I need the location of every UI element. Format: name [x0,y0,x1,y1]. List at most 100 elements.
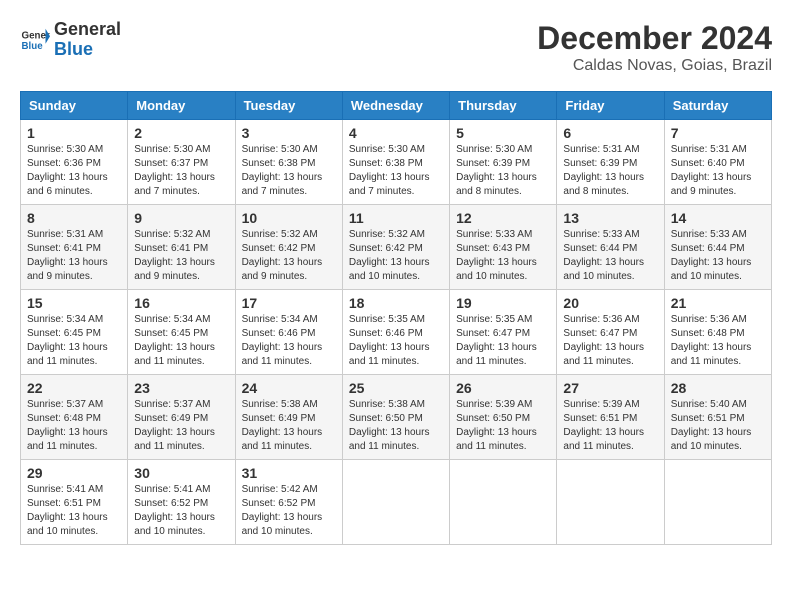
day-info: Sunrise: 5:37 AM Sunset: 6:48 PM Dayligh… [27,398,121,454]
calendar-cell: 20 Sunrise: 5:36 AM Sunset: 6:47 PM Dayl… [557,290,664,375]
col-sunday: Sunday [21,92,128,120]
col-saturday: Saturday [664,92,771,120]
calendar-cell: 31 Sunrise: 5:42 AM Sunset: 6:52 PM Dayl… [235,460,342,545]
day-info: Sunrise: 5:37 AM Sunset: 6:49 PM Dayligh… [134,398,228,454]
calendar-cell: 2 Sunrise: 5:30 AM Sunset: 6:37 PM Dayli… [128,120,235,205]
logo-icon: General Blue [20,25,50,55]
day-info: Sunrise: 5:42 AM Sunset: 6:52 PM Dayligh… [242,483,336,539]
calendar-cell: 17 Sunrise: 5:34 AM Sunset: 6:46 PM Dayl… [235,290,342,375]
day-number: 13 [563,210,657,226]
day-number: 22 [27,380,121,396]
day-number: 12 [456,210,550,226]
day-number: 10 [242,210,336,226]
day-number: 27 [563,380,657,396]
svg-text:Blue: Blue [22,41,44,52]
day-info: Sunrise: 5:39 AM Sunset: 6:50 PM Dayligh… [456,398,550,454]
calendar-cell: 13 Sunrise: 5:33 AM Sunset: 6:44 PM Dayl… [557,205,664,290]
calendar-cell: 27 Sunrise: 5:39 AM Sunset: 6:51 PM Dayl… [557,375,664,460]
day-info: Sunrise: 5:35 AM Sunset: 6:47 PM Dayligh… [456,313,550,369]
calendar-cell: 25 Sunrise: 5:38 AM Sunset: 6:50 PM Dayl… [342,375,449,460]
page-header: General Blue General Blue December 2024 … [20,20,772,75]
day-info: Sunrise: 5:40 AM Sunset: 6:51 PM Dayligh… [671,398,765,454]
day-number: 15 [27,295,121,311]
day-number: 23 [134,380,228,396]
day-number: 14 [671,210,765,226]
calendar-cell: 24 Sunrise: 5:38 AM Sunset: 6:49 PM Dayl… [235,375,342,460]
day-info: Sunrise: 5:30 AM Sunset: 6:38 PM Dayligh… [242,143,336,199]
day-info: Sunrise: 5:38 AM Sunset: 6:50 PM Dayligh… [349,398,443,454]
day-info: Sunrise: 5:32 AM Sunset: 6:41 PM Dayligh… [134,228,228,284]
calendar-cell [664,460,771,545]
calendar-cell: 1 Sunrise: 5:30 AM Sunset: 6:36 PM Dayli… [21,120,128,205]
calendar-cell: 26 Sunrise: 5:39 AM Sunset: 6:50 PM Dayl… [450,375,557,460]
calendar-cell: 3 Sunrise: 5:30 AM Sunset: 6:38 PM Dayli… [235,120,342,205]
day-number: 9 [134,210,228,226]
day-number: 6 [563,125,657,141]
day-info: Sunrise: 5:34 AM Sunset: 6:45 PM Dayligh… [27,313,121,369]
calendar-cell: 10 Sunrise: 5:32 AM Sunset: 6:42 PM Dayl… [235,205,342,290]
calendar-cell [557,460,664,545]
day-number: 16 [134,295,228,311]
day-info: Sunrise: 5:30 AM Sunset: 6:38 PM Dayligh… [349,143,443,199]
day-number: 19 [456,295,550,311]
calendar-cell: 19 Sunrise: 5:35 AM Sunset: 6:47 PM Dayl… [450,290,557,375]
day-number: 4 [349,125,443,141]
title-block: December 2024 Caldas Novas, Goias, Brazi… [537,20,772,75]
col-monday: Monday [128,92,235,120]
day-number: 3 [242,125,336,141]
day-number: 2 [134,125,228,141]
col-friday: Friday [557,92,664,120]
day-number: 24 [242,380,336,396]
day-number: 20 [563,295,657,311]
calendar-cell: 15 Sunrise: 5:34 AM Sunset: 6:45 PM Dayl… [21,290,128,375]
calendar-cell: 8 Sunrise: 5:31 AM Sunset: 6:41 PM Dayli… [21,205,128,290]
day-number: 7 [671,125,765,141]
day-info: Sunrise: 5:32 AM Sunset: 6:42 PM Dayligh… [242,228,336,284]
day-info: Sunrise: 5:30 AM Sunset: 6:36 PM Dayligh… [27,143,121,199]
calendar-cell: 22 Sunrise: 5:37 AM Sunset: 6:48 PM Dayl… [21,375,128,460]
calendar-cell: 29 Sunrise: 5:41 AM Sunset: 6:51 PM Dayl… [21,460,128,545]
calendar-cell: 4 Sunrise: 5:30 AM Sunset: 6:38 PM Dayli… [342,120,449,205]
calendar-header-row: Sunday Monday Tuesday Wednesday Thursday… [21,92,772,120]
calendar-cell: 11 Sunrise: 5:32 AM Sunset: 6:42 PM Dayl… [342,205,449,290]
col-thursday: Thursday [450,92,557,120]
day-info: Sunrise: 5:32 AM Sunset: 6:42 PM Dayligh… [349,228,443,284]
calendar-table: Sunday Monday Tuesday Wednesday Thursday… [20,91,772,545]
calendar-cell: 6 Sunrise: 5:31 AM Sunset: 6:39 PM Dayli… [557,120,664,205]
day-info: Sunrise: 5:31 AM Sunset: 6:39 PM Dayligh… [563,143,657,199]
day-number: 18 [349,295,443,311]
calendar-cell: 18 Sunrise: 5:35 AM Sunset: 6:46 PM Dayl… [342,290,449,375]
day-info: Sunrise: 5:34 AM Sunset: 6:46 PM Dayligh… [242,313,336,369]
month-title: December 2024 [537,20,772,57]
calendar-cell: 21 Sunrise: 5:36 AM Sunset: 6:48 PM Dayl… [664,290,771,375]
calendar-cell: 5 Sunrise: 5:30 AM Sunset: 6:39 PM Dayli… [450,120,557,205]
col-wednesday: Wednesday [342,92,449,120]
day-info: Sunrise: 5:30 AM Sunset: 6:37 PM Dayligh… [134,143,228,199]
location-title: Caldas Novas, Goias, Brazil [537,57,772,75]
day-info: Sunrise: 5:41 AM Sunset: 6:52 PM Dayligh… [134,483,228,539]
day-number: 21 [671,295,765,311]
calendar-cell: 12 Sunrise: 5:33 AM Sunset: 6:43 PM Dayl… [450,205,557,290]
day-info: Sunrise: 5:36 AM Sunset: 6:48 PM Dayligh… [671,313,765,369]
day-number: 25 [349,380,443,396]
calendar-cell [342,460,449,545]
day-number: 28 [671,380,765,396]
calendar-cell: 7 Sunrise: 5:31 AM Sunset: 6:40 PM Dayli… [664,120,771,205]
calendar-cell: 9 Sunrise: 5:32 AM Sunset: 6:41 PM Dayli… [128,205,235,290]
day-info: Sunrise: 5:34 AM Sunset: 6:45 PM Dayligh… [134,313,228,369]
day-number: 29 [27,465,121,481]
day-info: Sunrise: 5:31 AM Sunset: 6:40 PM Dayligh… [671,143,765,199]
calendar-cell: 28 Sunrise: 5:40 AM Sunset: 6:51 PM Dayl… [664,375,771,460]
calendar-cell: 14 Sunrise: 5:33 AM Sunset: 6:44 PM Dayl… [664,205,771,290]
calendar-cell: 23 Sunrise: 5:37 AM Sunset: 6:49 PM Dayl… [128,375,235,460]
day-info: Sunrise: 5:36 AM Sunset: 6:47 PM Dayligh… [563,313,657,369]
logo-text: General Blue [54,20,121,60]
day-info: Sunrise: 5:39 AM Sunset: 6:51 PM Dayligh… [563,398,657,454]
logo: General Blue General Blue [20,20,121,60]
day-info: Sunrise: 5:33 AM Sunset: 6:43 PM Dayligh… [456,228,550,284]
day-number: 1 [27,125,121,141]
day-number: 17 [242,295,336,311]
day-info: Sunrise: 5:30 AM Sunset: 6:39 PM Dayligh… [456,143,550,199]
day-number: 11 [349,210,443,226]
day-number: 31 [242,465,336,481]
